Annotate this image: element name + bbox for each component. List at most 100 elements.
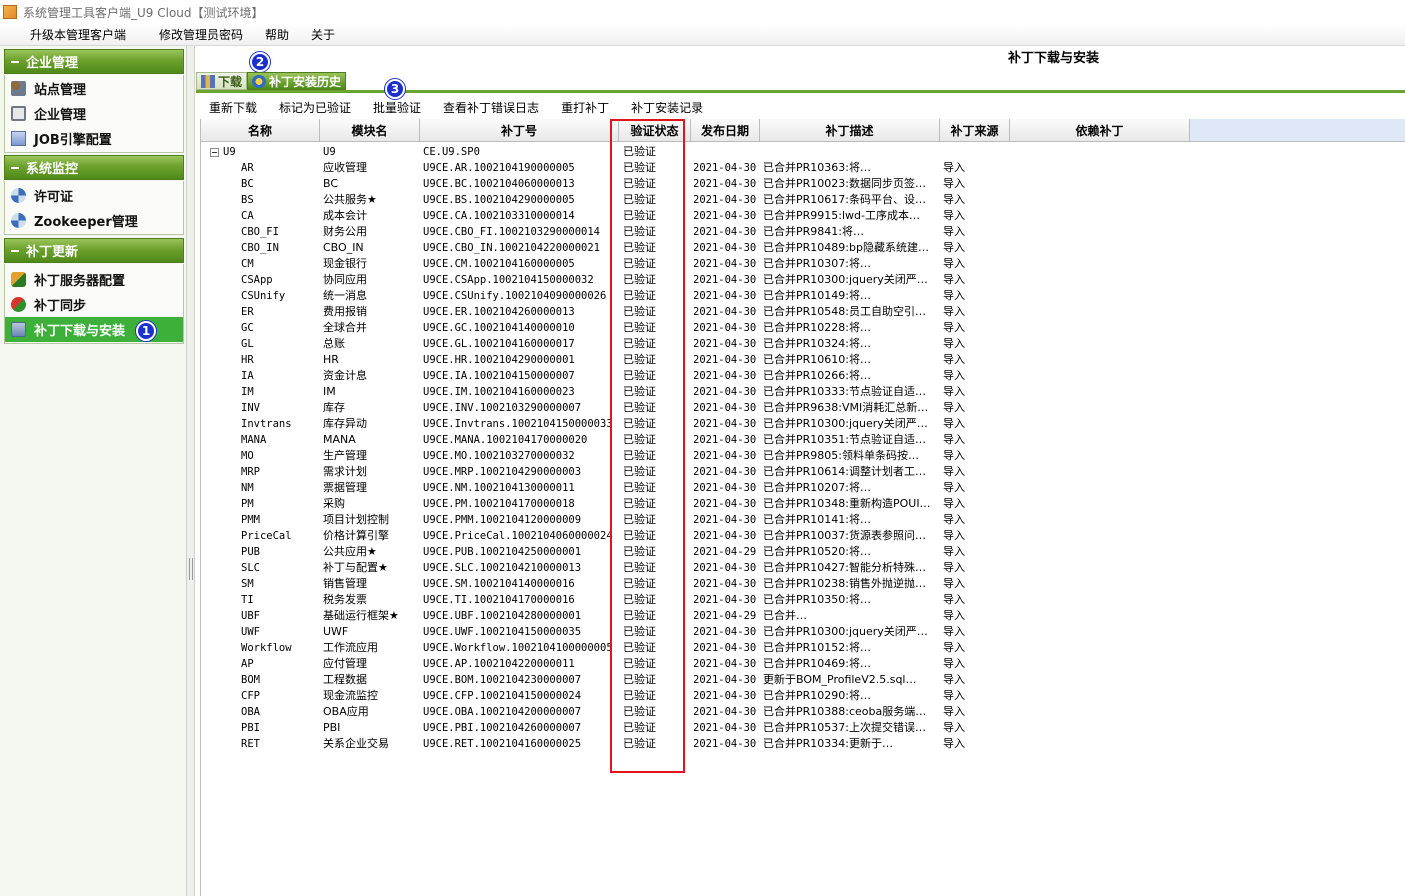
cell-name: GL	[241, 338, 254, 350]
splitter-grip[interactable]	[189, 558, 193, 580]
cell-status: 已验证	[623, 577, 656, 590]
cell-description: 已合并PR10333:节点验证自适…	[763, 385, 926, 398]
cell-date: 2021-04-29	[693, 610, 757, 622]
column-header-description[interactable]: 补丁描述	[760, 119, 940, 142]
splitter[interactable]	[187, 46, 195, 896]
cell-source: 导入	[943, 321, 965, 334]
column-header-date[interactable]: 发布日期	[691, 119, 760, 142]
cell-date: 2021-04-29	[693, 546, 757, 558]
sidebar-item-patch-download[interactable]: 补丁下载与安装	[5, 317, 183, 342]
section-patch-header[interactable]: 补丁更新	[4, 238, 184, 263]
collapse-icon	[11, 249, 19, 252]
license-icon	[11, 188, 26, 203]
cell-description: 已合并PR10290:将…	[763, 689, 871, 702]
cell-status: 已验证	[623, 529, 656, 542]
column-header-patch[interactable]: 补丁号	[420, 119, 619, 142]
cell-description: 已合并PR9841:将…	[763, 225, 864, 238]
cell-description: 已合并PR10152:将…	[763, 641, 871, 654]
cell-description: 已合并PR10489:bp隐藏系统建…	[763, 241, 929, 254]
cell-source: 导入	[943, 305, 965, 318]
download-tab-icon	[201, 74, 215, 88]
cell-module: U9	[323, 146, 336, 158]
cell-patch: U9CE.GC.1002104140000010	[423, 322, 575, 334]
sidebar-item-label: 补丁下载与安装	[34, 324, 126, 339]
redownload-button[interactable]: 重新下载	[209, 99, 257, 116]
cell-module: 现金银行	[323, 257, 367, 270]
sidebar-item-patch-server[interactable]: 补丁服务器配置	[5, 267, 183, 292]
cell-name: OBA	[241, 706, 260, 718]
grid-header: 名称 模块名 补丁号 验证状态 发布日期 补丁描述 补丁来源 依赖补丁	[201, 119, 1405, 142]
batch-verify-button[interactable]: 批量验证	[373, 99, 421, 116]
cell-patch: U9CE.PUB.1002104250000001	[423, 546, 582, 558]
cell-status: 已验证	[623, 257, 656, 270]
column-header-source[interactable]: 补丁来源	[940, 119, 1010, 142]
cell-patch: U9CE.CSUnify.1002104090000026	[423, 290, 607, 302]
history-tab-icon	[252, 74, 267, 88]
cell-description: 已合并PR10363:将…	[763, 161, 871, 174]
column-header-dependency[interactable]: 依赖补丁	[1010, 119, 1190, 142]
cell-description: 已合并PR10351:节点验证自适…	[763, 433, 926, 446]
mark-verified-button[interactable]: 标记为已验证	[279, 99, 351, 116]
cell-status: 已验证	[623, 145, 656, 158]
section-title: 系统监控	[26, 162, 79, 177]
repatch-button[interactable]: 重打补丁	[561, 99, 609, 116]
sidebar: 企业管理 站点管理 企业管理 JOB引擎配置 系统监控 许可证 Zookeepe…	[0, 46, 187, 896]
cell-patch: U9CE.PM.1002104170000018	[423, 498, 575, 510]
cell-source: 导入	[943, 241, 965, 254]
column-header-module[interactable]: 模块名	[320, 119, 420, 142]
sidebar-item-site[interactable]: 站点管理	[5, 76, 183, 101]
cell-module: 税务发票	[323, 593, 367, 606]
cell-patch: U9CE.ER.1002104260000013	[423, 306, 575, 318]
cell-patch: U9CE.IA.1002104150000007	[423, 370, 575, 382]
sidebar-item-job-engine[interactable]: JOB引擎配置	[5, 126, 183, 151]
column-header-name[interactable]: 名称	[201, 119, 320, 142]
menu-bar: 升级本管理客户端 修改管理员密码 帮助 关于	[0, 24, 1405, 46]
sidebar-item-license[interactable]: 许可证	[5, 183, 183, 208]
cell-module: 现金流监控	[323, 689, 378, 702]
cell-description: 已合并PR10520:将…	[763, 545, 871, 558]
cell-status: 已验证	[623, 673, 656, 686]
column-header-status[interactable]: 验证状态	[619, 119, 691, 142]
cell-name: MANA	[241, 434, 267, 446]
cell-source: 导入	[943, 369, 965, 382]
menu-change-password[interactable]: 修改管理员密码	[159, 26, 243, 43]
sidebar-item-patch-sync[interactable]: 补丁同步	[5, 292, 183, 317]
cell-module: OBA应用	[323, 705, 369, 718]
cell-module: 需求计划	[323, 465, 367, 478]
enterprise-icon	[11, 106, 26, 121]
tab-install-history[interactable]: 补丁安装历史	[247, 72, 347, 90]
menu-upgrade-client[interactable]: 升级本管理客户端	[30, 26, 126, 43]
cell-source: 导入	[943, 337, 965, 350]
cell-date: 2021-04-30	[693, 210, 757, 222]
cell-description: 已合并PR10266:将…	[763, 369, 871, 382]
cell-module: 资金计息	[323, 369, 367, 382]
cell-module: 工程数据	[323, 673, 367, 686]
install-record-button[interactable]: 补丁安装记录	[631, 99, 703, 116]
section-title: 补丁更新	[26, 245, 79, 260]
menu-about[interactable]: 关于	[311, 26, 335, 43]
tab-underline	[196, 90, 1405, 93]
view-error-log-button[interactable]: 查看补丁错误日志	[443, 99, 539, 116]
cell-patch: U9CE.Invtrans.1002104150000033	[423, 418, 613, 430]
toolbar: 重新下载 标记为已验证 批量验证 查看补丁错误日志 重打补丁 补丁安装记录	[196, 95, 1405, 119]
sidebar-item-zookeeper[interactable]: Zookeeper管理	[5, 208, 183, 233]
section-enterprise-header[interactable]: 企业管理	[4, 49, 184, 74]
cell-name: CBO_FI	[241, 226, 279, 238]
tab-download[interactable]: 下载	[196, 72, 248, 90]
cell-source: 导入	[943, 353, 965, 366]
sidebar-item-enterprise[interactable]: 企业管理	[5, 101, 183, 126]
cell-description: 已合并PR10610:将…	[763, 353, 871, 366]
cell-patch: U9CE.SM.1002104140000016	[423, 578, 575, 590]
cell-name: AR	[241, 162, 254, 174]
tree-collapse-icon[interactable]	[210, 148, 219, 157]
section-monitor-header[interactable]: 系统监控	[4, 155, 184, 180]
menu-help[interactable]: 帮助	[265, 26, 289, 43]
cell-description: 已合并PR10228:将…	[763, 321, 871, 334]
cell-date: 2021-04-30	[693, 322, 757, 334]
cell-name: IM	[241, 386, 254, 398]
window-title: 系统管理工具客户端_U9 Cloud【测试环境】	[23, 5, 264, 20]
cell-source: 导入	[943, 209, 965, 222]
cell-description: 已合并PR10149:将…	[763, 289, 871, 302]
cell-status: 已验证	[623, 641, 656, 654]
cell-status: 已验证	[623, 449, 656, 462]
